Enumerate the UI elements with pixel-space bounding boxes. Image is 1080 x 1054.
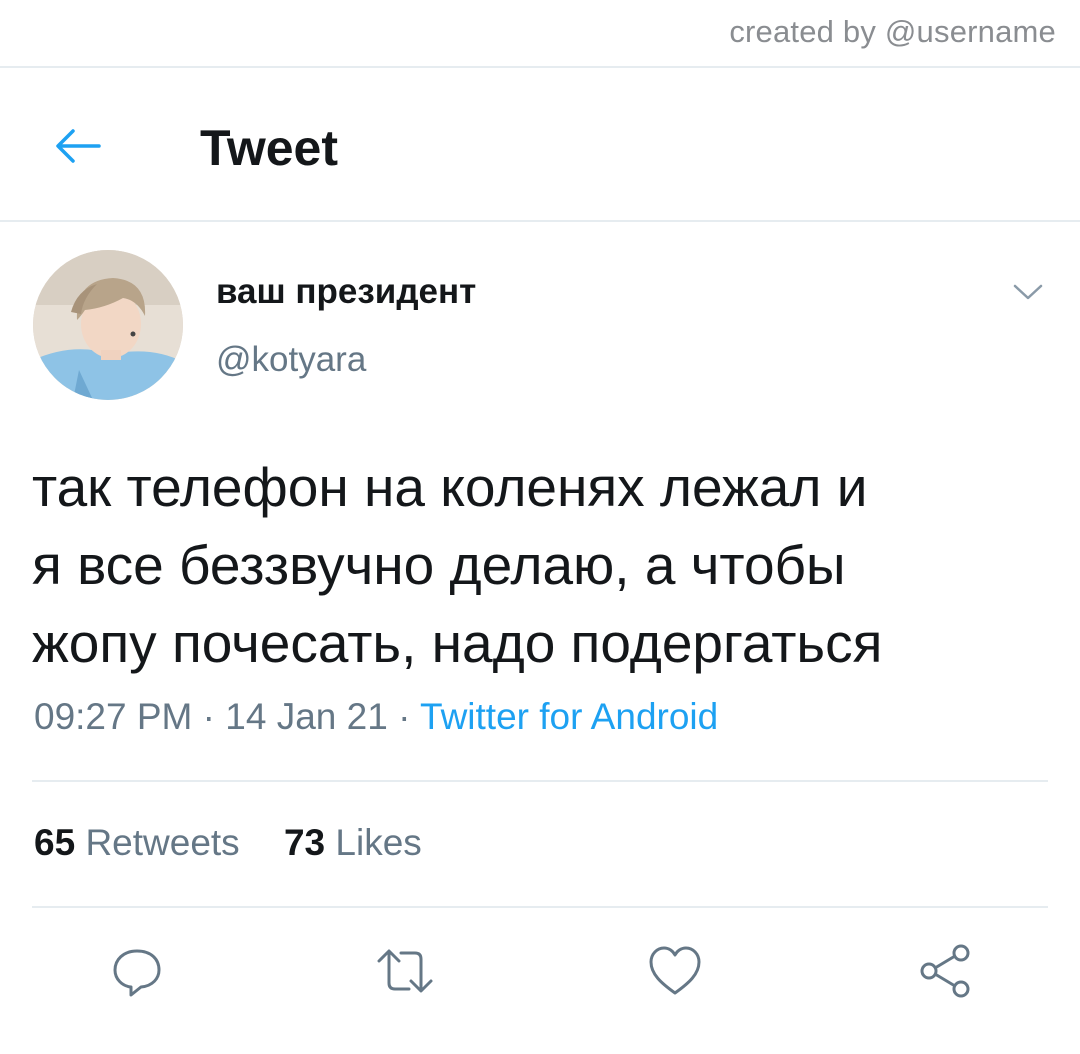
- stats-divider: [32, 906, 1048, 908]
- avatar-photo: [33, 250, 183, 400]
- share-button[interactable]: [910, 938, 980, 1004]
- tweet-date: 14 Jan 21: [225, 696, 388, 737]
- retweets-stat[interactable]: 65 Retweets: [34, 822, 240, 864]
- chevron-down-icon: [1013, 284, 1043, 300]
- reply-icon: [113, 949, 161, 997]
- share-icon: [920, 944, 970, 998]
- display-name[interactable]: ваш президент: [216, 272, 476, 312]
- reply-button[interactable]: [102, 938, 172, 1004]
- more-options-button[interactable]: [1008, 276, 1048, 308]
- retweet-icon: [377, 949, 433, 993]
- like-button[interactable]: [640, 938, 710, 1004]
- tweet-time: 09:27 PM: [34, 696, 193, 737]
- like-icon: [649, 946, 701, 995]
- tweet-stats: 65 Retweets 73 Likes: [34, 822, 456, 864]
- header-divider: [0, 220, 1080, 222]
- avatar[interactable]: [33, 250, 183, 400]
- tweet-text: так телефон на коленях лежал и я все без…: [32, 448, 1042, 682]
- likes-stat[interactable]: 73 Likes: [284, 822, 422, 864]
- tweet-text-line: жопу почесать, надо подергаться: [32, 612, 883, 674]
- tweet-source-link[interactable]: Twitter for Android: [420, 696, 718, 737]
- meta-divider: [32, 780, 1048, 782]
- tweet-text-line: так телефон на коленях лежал и: [32, 456, 868, 518]
- retweets-count: 65: [34, 822, 76, 863]
- back-button[interactable]: [46, 118, 108, 174]
- back-arrow-icon: [56, 129, 101, 163]
- tweet-meta: 09:27 PM · 14 Jan 21 · Twitter for Andro…: [34, 696, 718, 738]
- likes-count: 73: [283, 822, 326, 863]
- meta-separator: ·: [398, 696, 411, 737]
- meta-separator: ·: [202, 696, 215, 737]
- page-title: Tweet: [200, 120, 338, 176]
- user-handle[interactable]: @kotyara: [216, 340, 366, 380]
- tweet-text-line: я все беззвучно делаю, а чтобы: [32, 534, 846, 596]
- watermark-credit: created by @username: [729, 14, 1056, 49]
- top-divider: [0, 66, 1080, 68]
- likes-label: Likes: [335, 822, 422, 863]
- retweet-button[interactable]: [370, 938, 440, 1004]
- retweets-label: Retweets: [85, 822, 240, 863]
